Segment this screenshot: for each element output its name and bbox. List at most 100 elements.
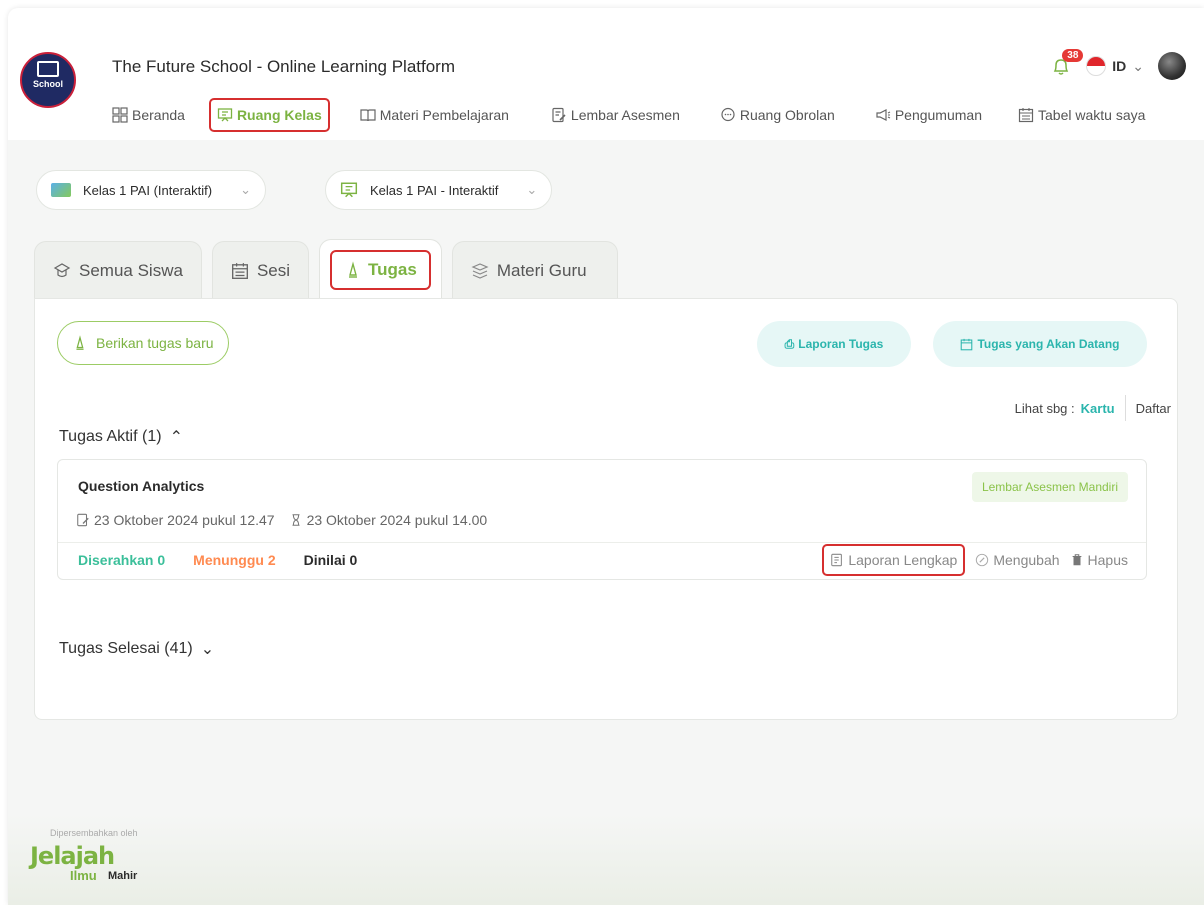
tab-tugas[interactable]: Tugas (319, 239, 442, 299)
assignment-report-label: Laporan Tugas (798, 337, 884, 351)
notification-badge: 38 (1062, 49, 1084, 62)
nav-ruang-kelas[interactable]: Ruang Kelas (208, 98, 330, 132)
view-list-option[interactable]: Daftar (1136, 401, 1171, 416)
header-tools: 38 ID ⌄ (1050, 49, 1186, 80)
tab-semua-siswa[interactable]: Semua Siswa (34, 241, 202, 299)
active-assignments-title: Tugas Aktif (1) (59, 428, 162, 445)
app-title: The Future School - Online Learning Plat… (112, 57, 456, 76)
upcoming-assignments-label: Tugas yang Akan Datang (977, 337, 1120, 351)
room-selector[interactable]: Kelas 1 PAI - Interaktif ⌄ (325, 170, 553, 210)
nav-label: Beranda (132, 107, 185, 123)
view-card-option[interactable]: Kartu (1081, 401, 1115, 416)
chevron-down-icon: ⌄ (200, 641, 215, 658)
calendar-icon (231, 262, 248, 279)
brand-logo-mahir: Mahir (108, 870, 138, 882)
materials-icon (471, 262, 489, 279)
chevron-down-icon: ⌄ (1132, 57, 1144, 74)
nav-label: Materi Pembelajaran (379, 107, 509, 123)
trash-icon (1072, 554, 1081, 566)
tab-label: Sesi (256, 260, 291, 280)
view-divider (1124, 395, 1126, 421)
assignment-stats: Diserahkan 0 Menunggu 2 Dinilai 0 (78, 552, 357, 568)
printer-icon: ⎙ (784, 336, 795, 351)
tab-label: Tugas (368, 259, 417, 279)
tab-sesi[interactable]: Sesi (211, 241, 310, 299)
active-assignments-header[interactable]: Tugas Aktif (1) ⌃ (59, 427, 183, 447)
end-date: 23 Oktober 2024 pukul 14.00 (289, 512, 488, 528)
delete-button[interactable]: Hapus (1070, 552, 1128, 568)
hourglass-icon (292, 514, 300, 526)
card-divider (58, 542, 1146, 543)
nav-pengumuman[interactable]: Pengumuman (871, 98, 986, 132)
school-logo[interactable]: School (20, 52, 76, 108)
notification-button[interactable]: 38 (1050, 49, 1084, 77)
pen-icon (349, 260, 358, 278)
students-icon (53, 262, 71, 277)
upcoming-assignments-button[interactable]: Tugas yang Akan Datang (933, 321, 1147, 367)
tab-label: Semua Siswa (79, 260, 183, 280)
assignment-title[interactable]: Question Analytics (78, 478, 204, 494)
nav-label: Ruang Obrolan (739, 107, 835, 123)
edit-icon (976, 553, 989, 567)
logo-text: School (32, 79, 63, 89)
chevron-up-icon: ⌃ (169, 429, 183, 446)
class-selector[interactable]: Kelas 1 PAI (Interaktif) ⌄ (36, 170, 266, 210)
nav-label: Lembar Asesmen (570, 107, 680, 123)
edit-button[interactable]: Mengubah (975, 552, 1060, 568)
indonesia-flag-icon (1086, 56, 1107, 76)
room-selector-value: Kelas 1 PAI - Interaktif (370, 182, 499, 198)
full-report-button[interactable]: Laporan Lengkap (822, 544, 966, 576)
pen-icon (76, 335, 84, 350)
nav-lembar-asesmen[interactable]: Lembar Asesmen (547, 98, 684, 132)
nav-materi-pembelajaran[interactable]: Materi Pembelajaran (356, 98, 513, 132)
megaphone-icon (876, 109, 891, 121)
footer-background (8, 815, 1204, 905)
end-date-value: 23 Oktober 2024 pukul 14.00 (306, 512, 488, 528)
app-frame: School The Future School - Online Learni… (8, 8, 1204, 905)
full-report-label: Laporan Lengkap (848, 552, 958, 568)
tugas-panel: Berikan tugas baru ⎙ Laporan Tugas Tugas… (34, 298, 1178, 720)
assignment-actions: Laporan Lengkap Mengubah Hapus (822, 544, 1128, 576)
nav-beranda[interactable]: Beranda (108, 98, 189, 132)
nav-label: Tabel waktu saya (1038, 107, 1146, 123)
completed-assignments-header[interactable]: Tugas Selesai (41) ⌄ (59, 639, 214, 659)
top-header: School The Future School - Online Learni… (8, 8, 1204, 140)
delete-label: Hapus (1087, 552, 1128, 568)
tab-materi-guru[interactable]: Materi Guru (451, 241, 618, 299)
class-tabs: Semua Siswa Sesi Tugas Materi Guru (34, 239, 618, 299)
language-code: ID (1112, 58, 1127, 74)
chat-icon (721, 107, 735, 122)
classroom-icon (217, 108, 233, 122)
chevron-down-icon: ⌄ (240, 182, 251, 197)
presented-by-text: Dipersembahkan oleh (50, 828, 138, 838)
waiting-count[interactable]: Menunggu 2 (193, 552, 275, 568)
nav-ruang-obrolan[interactable]: Ruang Obrolan (716, 98, 839, 132)
new-assignment-button[interactable]: Berikan tugas baru (57, 321, 229, 365)
nav-label: Ruang Kelas (236, 107, 322, 123)
start-date-value: 23 Oktober 2024 pukul 12.47 (94, 512, 275, 528)
calendar-icon (961, 338, 973, 350)
assignment-dates: 23 Oktober 2024 pukul 12.47 23 Oktober 2… (76, 512, 487, 528)
grid-icon (112, 107, 128, 123)
graded-count[interactable]: Dinilai 0 (304, 552, 358, 568)
start-date: 23 Oktober 2024 pukul 12.47 (76, 512, 275, 528)
assignment-report-button[interactable]: ⎙ Laporan Tugas (757, 321, 911, 367)
user-avatar[interactable] (1158, 52, 1186, 80)
submitted-count[interactable]: Diserahkan 0 (78, 552, 165, 568)
view-prefix: Lihat sbg : (1014, 400, 1075, 416)
assignment-type-badge: Lembar Asesmen Mandiri (971, 472, 1128, 502)
classroom-icon (340, 182, 358, 198)
brand-logo-ilmu: Ilmu (70, 868, 97, 883)
view-toggle: Lihat sbg : Kartu Daftar (1015, 395, 1171, 421)
report-icon (831, 553, 843, 567)
language-selector[interactable]: ID ⌄ (1086, 56, 1144, 76)
completed-assignments-title: Tugas Selesai (41) (59, 640, 193, 657)
nav-label: Pengumuman (894, 107, 982, 123)
nav-tabel-waktu[interactable]: Tabel waktu saya (1014, 98, 1149, 132)
main-nav: Beranda Ruang Kelas Materi Pembelajaran … (108, 98, 1149, 132)
edit-label: Mengubah (993, 552, 1060, 568)
calendar-icon (1018, 108, 1034, 123)
assessment-icon (552, 107, 566, 123)
class-selector-value: Kelas 1 PAI (Interaktif) (83, 182, 213, 198)
tab-label: Materi Guru (496, 260, 587, 280)
